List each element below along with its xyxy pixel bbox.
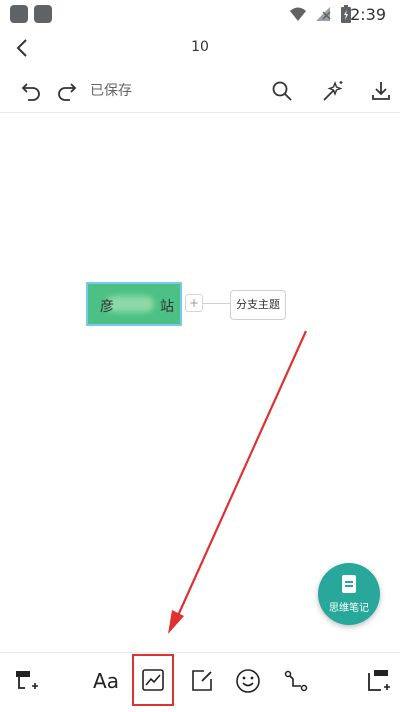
add-subtopic-tool[interactable] [4,659,48,703]
chart-icon [142,669,164,691]
bottom-toolbar: Aa [0,652,400,712]
relationship-icon [284,670,308,692]
edit-note-icon [192,670,212,691]
note-button[interactable] [180,659,224,703]
mind-notes-label: 思维笔记 [329,603,369,614]
add-child-topic-icon [16,671,38,689]
text-style-icon: Aa [93,669,119,693]
add-sibling-tool[interactable] [356,659,400,703]
text-style-button[interactable]: Aa [84,659,128,703]
document-icon [342,575,356,593]
add-sibling-topic-icon [368,670,390,691]
mind-notes-button[interactable]: 思维笔记 [318,563,380,625]
chart-button[interactable] [132,654,174,706]
relation-line-button[interactable] [274,659,318,703]
smiley-icon [236,669,260,693]
emoji-button[interactable] [226,659,270,703]
